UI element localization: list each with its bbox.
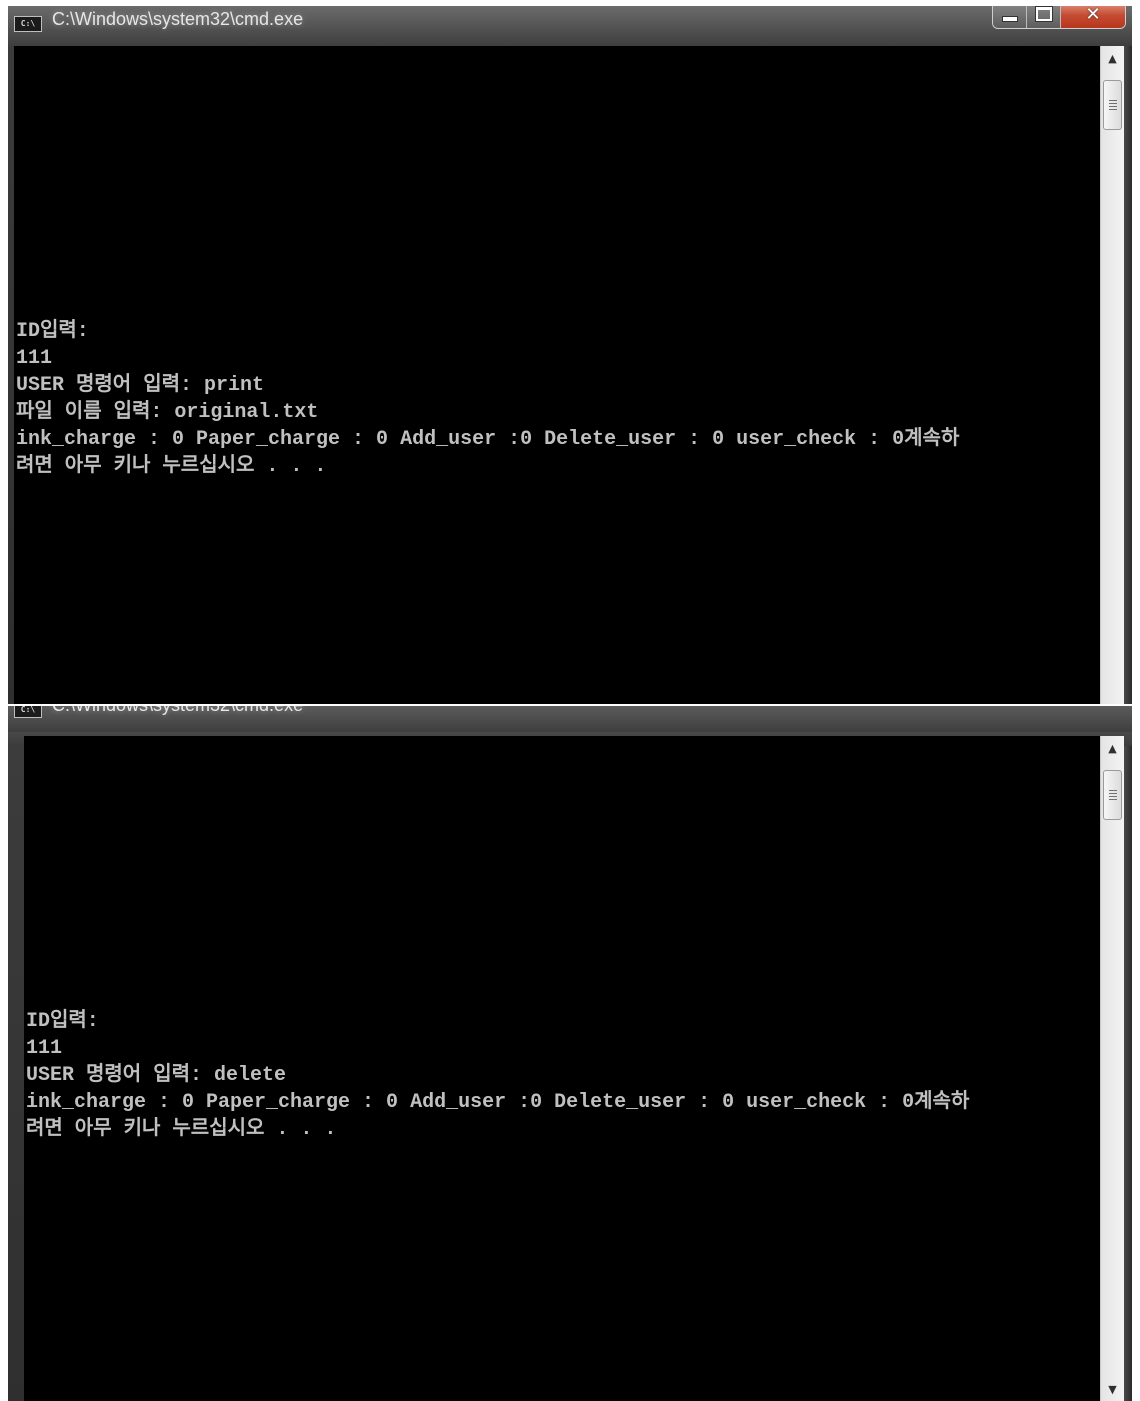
console-line: 려면 아무 키나 누르십시오 . . . xyxy=(26,1118,337,1141)
grip-icon xyxy=(1108,100,1117,110)
console-line: 려면 아무 키나 누르십시오 . . . xyxy=(16,455,327,478)
console-lines: ID입력: 111 USER 명령어 입력: delete ink_charge… xyxy=(26,1008,969,1143)
maximize-icon xyxy=(1034,6,1053,22)
maximize-button[interactable] xyxy=(1027,6,1061,28)
grip-icon xyxy=(1108,790,1117,800)
console-output[interactable]: ID입력: 111 USER 명령어 입력: delete ink_charge… xyxy=(24,736,1100,1401)
cmd-app-icon[interactable]: C:\ xyxy=(14,16,42,32)
caption-buttons: ✕ xyxy=(992,6,1126,29)
vertical-scrollbar[interactable]: ▲ ▼ xyxy=(1100,736,1124,1401)
close-icon: ✕ xyxy=(1085,6,1101,25)
cmd-window-1: C:\ C:\Windows\system32\cmd.exe ✕ ID입력: … xyxy=(8,6,1132,706)
console-line: USER 명령어 입력: delete xyxy=(26,1064,287,1087)
title-bar[interactable]: C:\ C:\Windows\system32\cmd.exe xyxy=(8,706,1132,732)
cmd-window-2: C:\ C:\Windows\system32\cmd.exe ID입력: 11… xyxy=(8,706,1132,1401)
console-line: ID입력: xyxy=(16,320,89,343)
console-lines: ID입력: 111 USER 명령어 입력: print 파일 이름 입력: o… xyxy=(16,318,959,480)
minimize-icon xyxy=(1001,16,1018,22)
close-button[interactable]: ✕ xyxy=(1061,6,1125,28)
scroll-thumb[interactable] xyxy=(1103,770,1122,820)
console-line: USER 명령어 입력: print xyxy=(16,374,265,397)
window-title: C:\Windows\system32\cmd.exe xyxy=(52,9,304,29)
arrow-up-icon: ▲ xyxy=(1108,741,1117,755)
arrow-down-icon: ▼ xyxy=(1108,1382,1117,1396)
scroll-up-button[interactable]: ▲ xyxy=(1101,48,1124,68)
scroll-thumb[interactable] xyxy=(1103,80,1122,130)
console-line: 111 xyxy=(26,1037,63,1060)
console-output[interactable]: ID입력: 111 USER 명령어 입력: print 파일 이름 입력: o… xyxy=(14,46,1100,706)
cmd-app-icon[interactable]: C:\ xyxy=(14,706,42,718)
vertical-scrollbar[interactable]: ▲ xyxy=(1100,46,1124,706)
console-line: ink_charge : 0 Paper_charge : 0 Add_user… xyxy=(16,428,960,451)
console-line: ID입력: xyxy=(26,1010,99,1033)
scroll-up-button[interactable]: ▲ xyxy=(1101,738,1124,758)
console-line: 111 xyxy=(16,347,53,370)
window-frame-right xyxy=(1124,746,1132,1401)
console-line: 파일 이름 입력: original.txt xyxy=(16,401,319,424)
title-bar[interactable]: C:\ C:\Windows\system32\cmd.exe xyxy=(8,6,1132,46)
minimize-button[interactable] xyxy=(993,6,1027,28)
scroll-down-button[interactable]: ▼ xyxy=(1101,1379,1124,1399)
arrow-up-icon: ▲ xyxy=(1108,51,1117,65)
window-title: C:\Windows\system32\cmd.exe xyxy=(52,706,303,716)
console-line: ink_charge : 0 Paper_charge : 0 Add_user… xyxy=(26,1091,970,1114)
window-frame-right xyxy=(1124,46,1132,706)
